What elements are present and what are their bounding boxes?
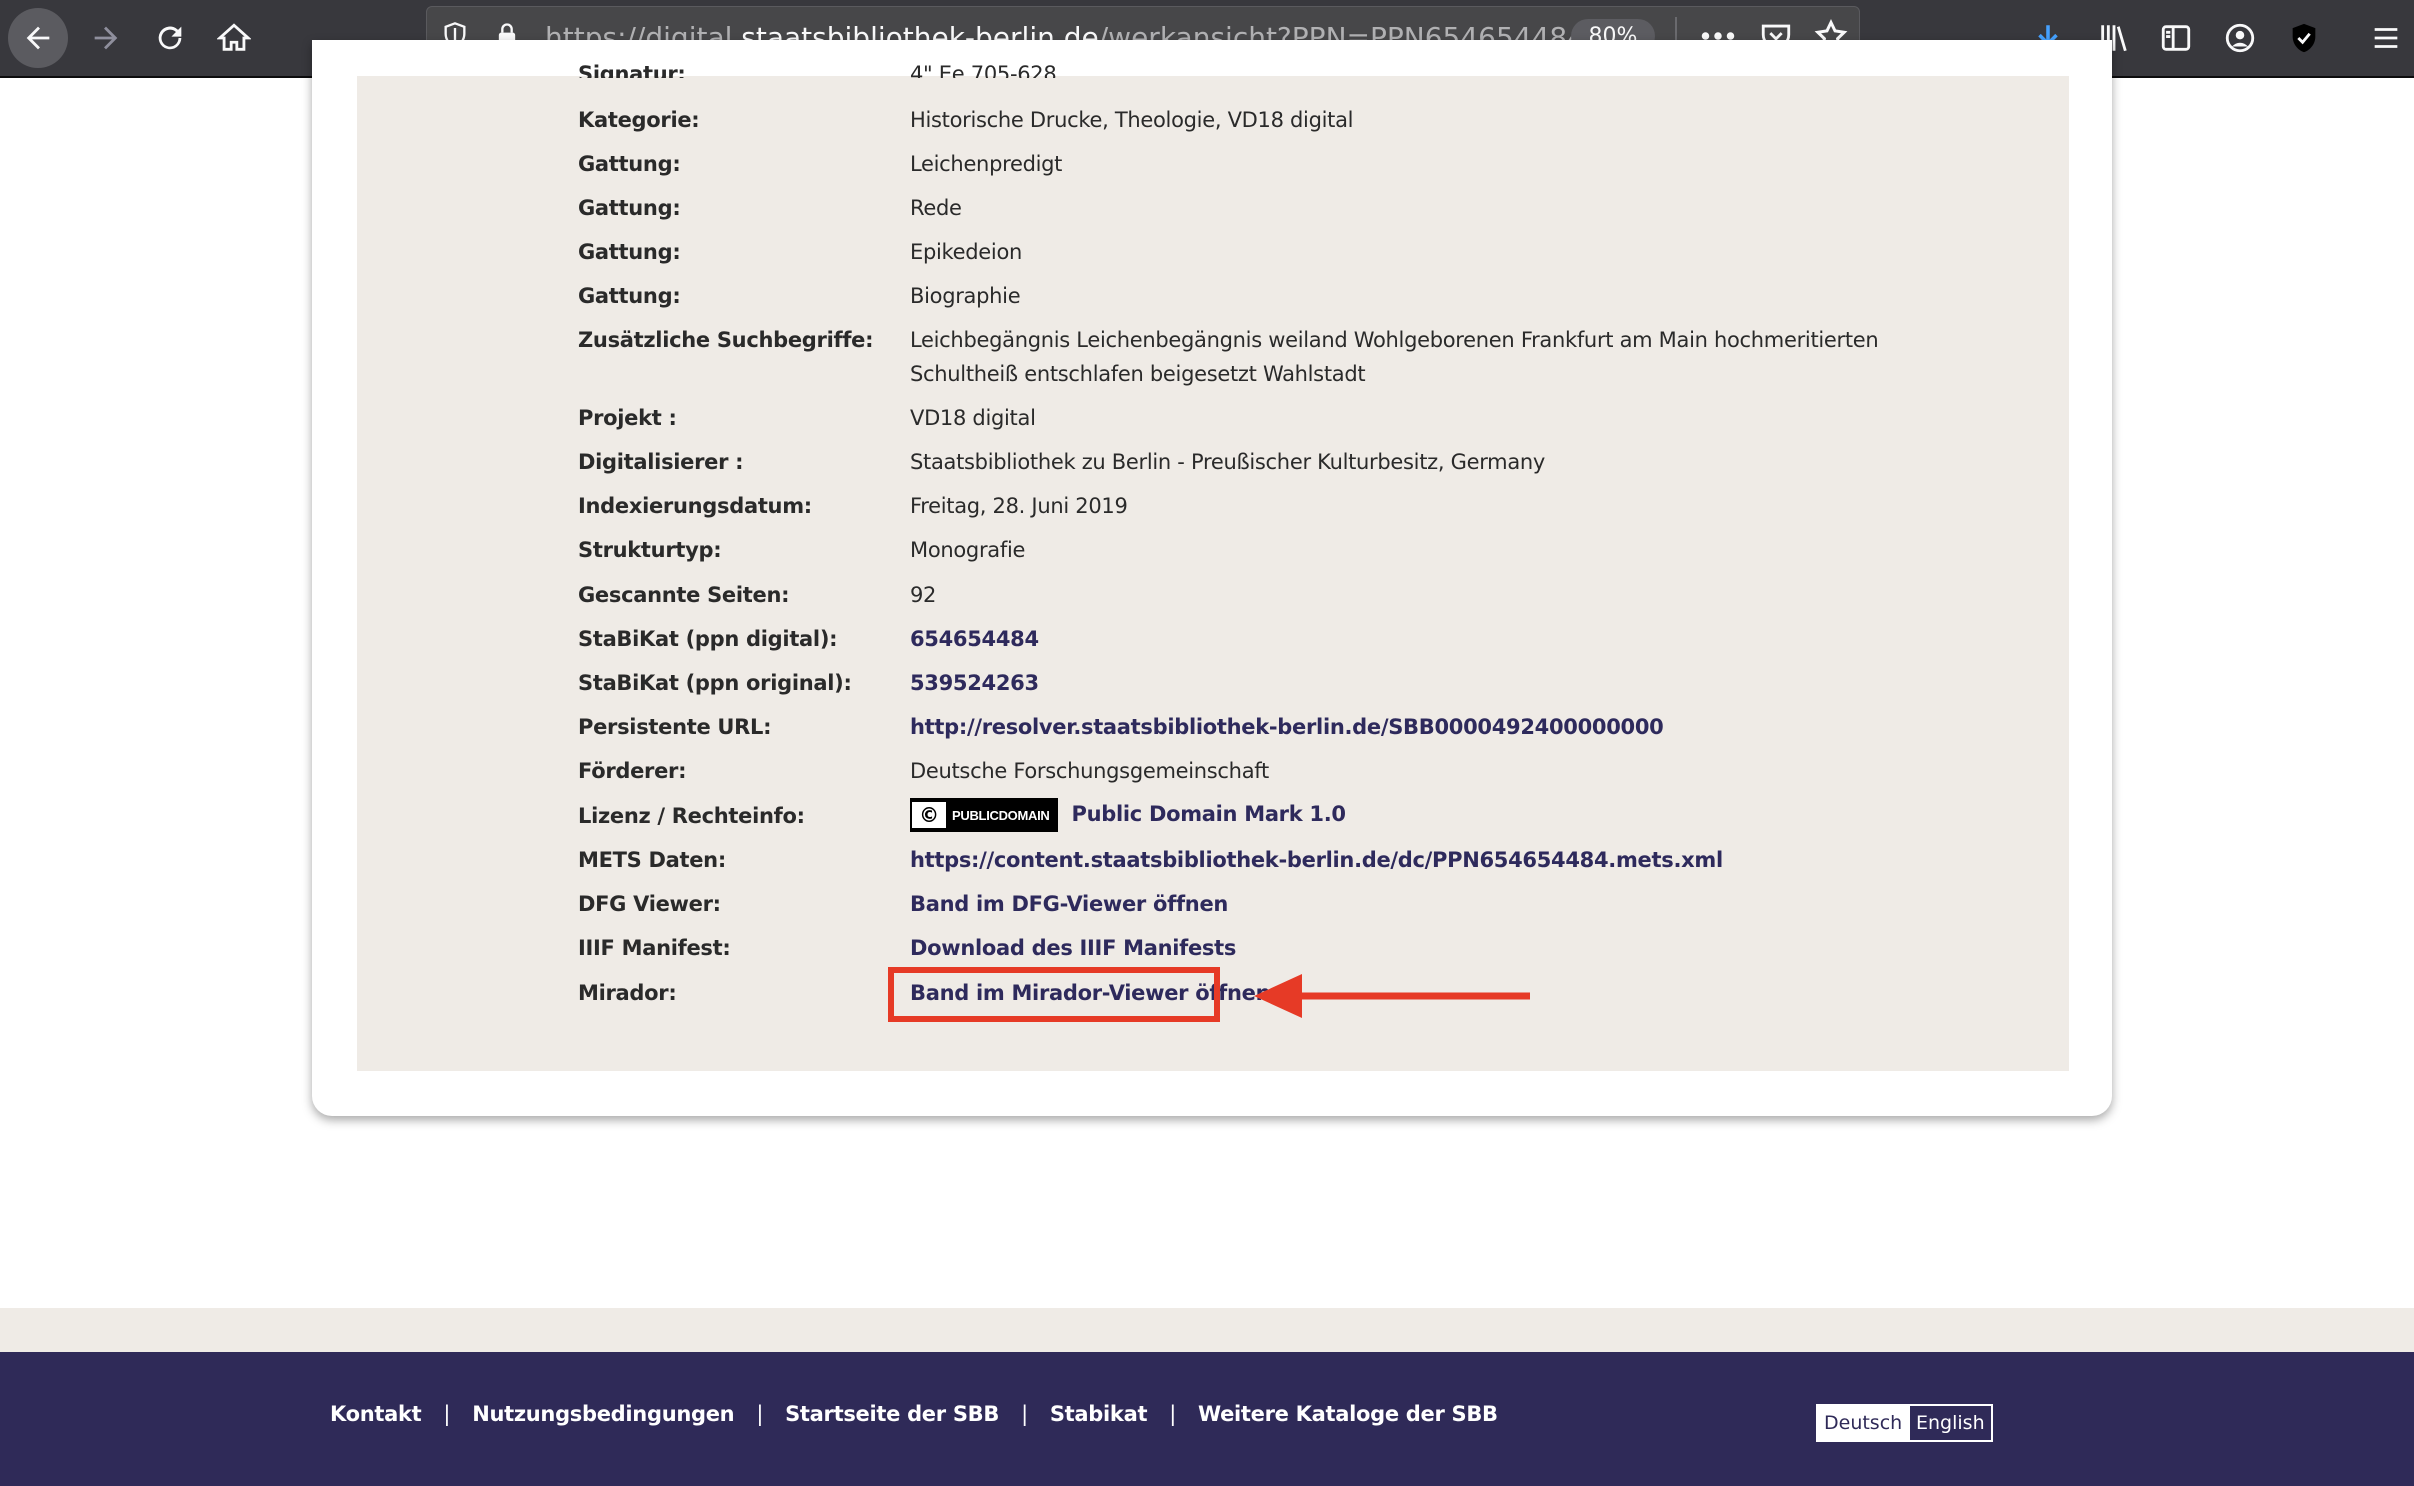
- meta-label: StaBiKat (ppn original):: [578, 671, 852, 695]
- language-button-english[interactable]: English: [1908, 1404, 1993, 1442]
- meta-label: Gattung:: [578, 284, 681, 308]
- forward-button[interactable]: [78, 10, 134, 66]
- back-arrow-icon: [26, 26, 50, 50]
- footer-link-kontakt[interactable]: Kontakt: [330, 1402, 422, 1426]
- meta-label: Gattung:: [578, 196, 681, 220]
- meta-label: Mirador:: [578, 981, 677, 1005]
- footer-link-weitere-kataloge[interactable]: Weitere Kataloge der SBB: [1198, 1402, 1498, 1426]
- meta-value: Staatsbibliothek zu Berlin - Preußischer…: [910, 450, 1546, 474]
- menu-button[interactable]: [2358, 10, 2414, 66]
- shield-check-icon: [2292, 23, 2316, 53]
- ppn-original-link[interactable]: 539524263: [910, 671, 1039, 695]
- footer-separator: |: [443, 1402, 451, 1426]
- meta-value-continued: Schultheiß entschlafen beigesetzt Wahlst…: [910, 362, 1366, 386]
- public-domain-icon: ©: [912, 802, 946, 828]
- sidebar-icon: [2161, 25, 2191, 51]
- footer-separator: |: [1021, 1402, 1028, 1426]
- meta-label: Förderer:: [578, 759, 687, 783]
- footer-links: Kontakt | Nutzungsbedingungen | Startsei…: [330, 1402, 1498, 1426]
- meta-label: Lizenz / Rechteinfo:: [578, 804, 805, 828]
- footer-link-nutzungsbedingungen[interactable]: Nutzungsbedingungen: [472, 1402, 734, 1426]
- meta-value: 92: [910, 583, 937, 607]
- meta-label: Indexierungsdatum:: [578, 494, 812, 518]
- sidebar-button[interactable]: [2148, 10, 2204, 66]
- footer-link-startseite[interactable]: Startseite der SBB: [785, 1402, 999, 1426]
- red-arrow-annotation: [1254, 974, 1530, 1018]
- reload-icon: [158, 26, 182, 50]
- footer-separator: |: [1169, 1402, 1176, 1426]
- meta-value: Leichenpredigt: [910, 152, 1063, 176]
- home-button[interactable]: [206, 10, 262, 66]
- persistent-url-link[interactable]: http://resolver.staatsbibliothek-berlin.…: [910, 715, 1664, 739]
- meta-label: METS Daten:: [578, 848, 726, 872]
- dfg-viewer-link[interactable]: Band im DFG-Viewer öffnen: [910, 892, 1228, 916]
- language-button-deutsch[interactable]: Deutsch: [1816, 1404, 1911, 1442]
- meta-label: Gescannte Seiten:: [578, 583, 790, 607]
- home-icon: [217, 23, 251, 51]
- mets-link[interactable]: https://content.staatsbibliothek-berlin.…: [910, 848, 1723, 872]
- meta-value: 4" Ee 705-628: [910, 62, 1057, 78]
- public-domain-badge[interactable]: © PUBLICDOMAIN: [910, 798, 1058, 832]
- iiif-manifest-link[interactable]: Download des IIIF Manifests: [910, 936, 1236, 960]
- account-button[interactable]: [2212, 10, 2268, 66]
- back-button[interactable]: [8, 8, 68, 68]
- reload-button[interactable]: [142, 10, 198, 66]
- meta-label: Persistente URL:: [578, 715, 772, 739]
- ppn-digital-link[interactable]: 654654484: [910, 627, 1039, 651]
- meta-value: Deutsche Forschungsgemeinschaft: [910, 759, 1269, 783]
- meta-label: StaBiKat (ppn digital):: [578, 627, 838, 651]
- meta-label: Strukturtyp:: [578, 538, 722, 562]
- meta-value: Historische Drucke, Theologie, VD18 digi…: [910, 108, 1354, 132]
- license-value: © PUBLICDOMAIN Public Domain Mark 1.0: [910, 798, 1346, 832]
- meta-label: Digitalisierer :: [578, 450, 744, 474]
- license-link[interactable]: Public Domain Mark 1.0: [1072, 802, 1347, 826]
- extension-button[interactable]: [2276, 10, 2332, 66]
- meta-value: Rede: [910, 196, 962, 220]
- meta-label: Gattung:: [578, 240, 681, 264]
- footer-link-stabikat[interactable]: Stabikat: [1050, 1402, 1148, 1426]
- meta-value: Epikedeion: [910, 240, 1023, 264]
- highlight-box-annotation: [888, 967, 1220, 1022]
- forward-arrow-icon: [94, 26, 118, 50]
- meta-label: DFG Viewer:: [578, 892, 721, 916]
- footer-spacer: [0, 1308, 2414, 1352]
- account-icon: [2225, 23, 2255, 53]
- hamburger-menu-icon: [2374, 28, 2398, 48]
- meta-label: Signatur:: [578, 62, 686, 78]
- meta-label: Gattung:: [578, 152, 681, 176]
- meta-value: Monografie: [910, 538, 1026, 562]
- meta-label: Zusätzliche Suchbegriffe:: [578, 328, 874, 352]
- footer-separator: |: [756, 1402, 764, 1426]
- metadata-panel: [357, 76, 2069, 1071]
- meta-value: Leichbegängnis Leichenbegängnis weiland …: [910, 328, 1879, 352]
- meta-value: Freitag, 28. Juni 2019: [910, 494, 1128, 518]
- meta-value: Biographie: [910, 284, 1021, 308]
- meta-label: IIIF Manifest:: [578, 936, 731, 960]
- meta-label: Kategorie:: [578, 108, 700, 132]
- site-footer: Kontakt | Nutzungsbedingungen | Startsei…: [0, 1352, 2414, 1486]
- meta-label: Projekt :: [578, 406, 677, 430]
- meta-value: VD18 digital: [910, 406, 1036, 430]
